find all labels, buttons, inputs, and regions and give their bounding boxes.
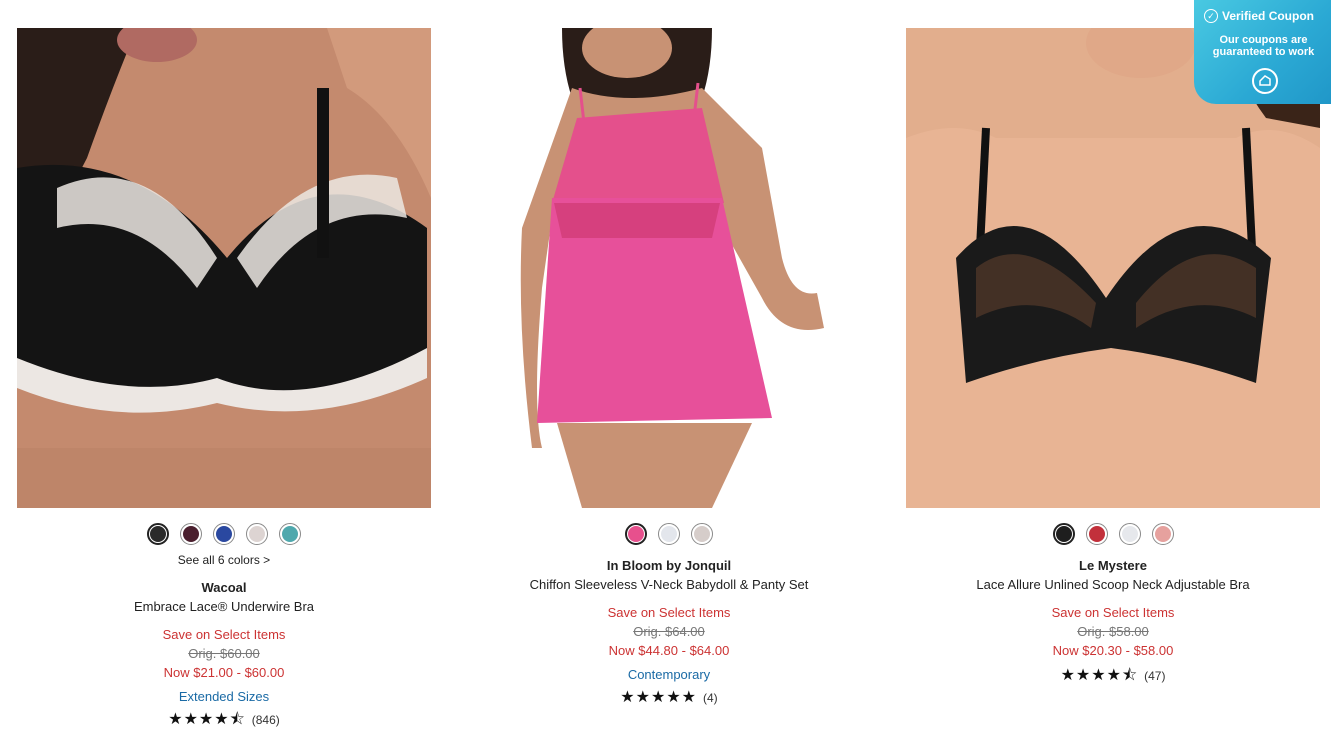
color-swatch[interactable]	[1118, 523, 1141, 545]
color-swatch[interactable]	[246, 523, 268, 545]
color-swatch[interactable]	[279, 523, 301, 545]
see-all-colors-link[interactable]: See all 6 colors >	[17, 553, 431, 567]
product-card: In Bloom by Jonquil Chiffon Sleeveless V…	[462, 28, 876, 707]
promo-text: Save on Select Items	[607, 605, 731, 620]
color-swatches	[462, 523, 876, 545]
star-rating-icon: ★★★★⯪	[1060, 667, 1139, 684]
size-tag-link[interactable]: Extended Sizes	[17, 689, 431, 705]
star-rating-icon: ★★★★★	[620, 689, 698, 706]
color-swatch[interactable]	[1052, 523, 1075, 545]
product-title[interactable]: Chiffon Sleeveless V-Neck Babydoll & Pan…	[462, 577, 876, 593]
color-swatch[interactable]	[213, 523, 235, 545]
coupon-title: Verified Coupon	[1222, 9, 1315, 23]
sale-price: Now $44.80 - $64.00	[608, 643, 730, 658]
promo-text: Save on Select Items	[162, 627, 286, 642]
rating[interactable]: ★★★★★ (4)	[462, 689, 876, 707]
coupon-header: ✓ Verified Coupon	[1204, 9, 1314, 23]
color-swatch[interactable]	[691, 523, 713, 545]
color-swatch[interactable]	[147, 523, 169, 545]
sale-price: Now $21.00 - $60.00	[163, 665, 285, 680]
product-card: Le Mystere Lace Allure Unlined Scoop Nec…	[906, 28, 1320, 685]
color-swatches	[906, 523, 1320, 545]
rating[interactable]: ★★★★⯪ (846)	[17, 711, 431, 729]
product-card: See all 6 colors > Wacoal Embrace Lace® …	[17, 28, 431, 729]
sale-price: Now $20.30 - $58.00	[1052, 643, 1174, 658]
color-swatch[interactable]	[658, 523, 680, 545]
product-image[interactable]	[17, 28, 431, 508]
promo-text: Save on Select Items	[1051, 605, 1175, 620]
review-count: (4)	[703, 691, 718, 705]
product-brand: In Bloom by Jonquil	[606, 558, 732, 573]
product-title[interactable]: Embrace Lace® Underwire Bra	[17, 599, 431, 615]
original-price: Orig. $58.00	[1077, 624, 1149, 639]
color-swatch[interactable]	[625, 523, 647, 545]
color-swatch[interactable]	[180, 523, 202, 545]
product-brand: Wacoal	[201, 580, 247, 595]
review-count: (846)	[251, 713, 280, 727]
original-price: Orig. $60.00	[188, 646, 260, 661]
coupon-logo-icon[interactable]	[1252, 68, 1278, 94]
color-swatch[interactable]	[1151, 523, 1174, 545]
review-count: (47)	[1144, 669, 1166, 683]
coupon-description: Our coupons are guaranteed to work	[1212, 34, 1315, 58]
product-grid: See all 6 colors > Wacoal Embrace Lace® …	[0, 0, 1331, 730]
original-price: Orig. $64.00	[633, 624, 705, 639]
color-swatch[interactable]	[1085, 523, 1108, 545]
product-brand: Le Mystere	[1079, 558, 1147, 573]
product-title[interactable]: Lace Allure Unlined Scoop Neck Adjustabl…	[906, 577, 1320, 593]
product-image[interactable]	[462, 28, 876, 508]
rating[interactable]: ★★★★⯪ (47)	[906, 667, 1320, 685]
verified-coupon-widget[interactable]: ✓ Verified Coupon Our coupons are guaran…	[1194, 0, 1331, 104]
star-rating-icon: ★★★★⯪	[168, 711, 246, 728]
category-tag-link[interactable]: Contemporary	[462, 667, 876, 683]
check-circle-icon: ✓	[1204, 9, 1218, 23]
color-swatches	[17, 523, 431, 545]
